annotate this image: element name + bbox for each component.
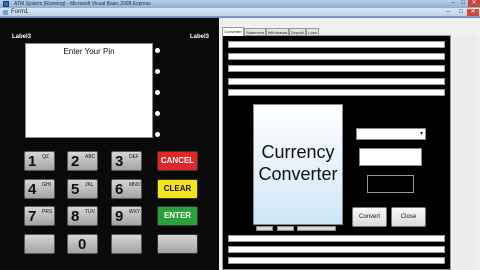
key-6[interactable]: 6 MNO (111, 179, 142, 199)
key-5[interactable]: 5 JKL (67, 179, 98, 199)
key-number: 8 (71, 208, 80, 225)
key-blank-right[interactable] (111, 234, 142, 254)
key-4[interactable]: 4 GHI (24, 179, 55, 199)
banner-line-1: Currency (261, 142, 335, 162)
form-icon (3, 10, 8, 15)
window-title: ATM System (Running) - Microsoft Visual … (14, 1, 151, 7)
key-1[interactable]: 1 QZ (24, 151, 55, 171)
display-bar-top-2 (228, 53, 445, 60)
screen-side-button-1[interactable] (155, 48, 160, 53)
form-titlebar: Form1 – □ ✕ (0, 8, 480, 17)
key-letters: ABC (85, 154, 96, 160)
tab-panel: Converter Statement Withdrawal Deposit L… (219, 18, 480, 270)
display-bar-top-5 (228, 89, 445, 96)
key-letters: QZ (42, 154, 49, 160)
display-bar-top-1 (228, 41, 445, 48)
key-number: 1 (28, 153, 37, 170)
small-button-1[interactable] (256, 226, 273, 231)
screen-side-button-4[interactable] (155, 111, 160, 116)
display-bar-bottom-1 (228, 235, 445, 242)
atm-panel: Label3 Label3 Enter Your Pin 1 QZ 2 ABC 3D… (0, 18, 219, 270)
display-bar-bottom-2 (228, 246, 445, 253)
key-letters: PRS (42, 209, 53, 215)
display-bar-top-3 (228, 65, 445, 72)
small-button-2[interactable] (277, 226, 294, 231)
side-strip (455, 35, 477, 270)
key-letters: TUV (85, 209, 95, 215)
minimize-button[interactable]: – (448, 0, 458, 7)
clear-button[interactable]: CLEAR (157, 179, 198, 199)
form-maximize-button[interactable]: □ (455, 9, 467, 16)
form-title: Form1 (11, 9, 29, 15)
key-number: 6 (115, 181, 124, 198)
key-8[interactable]: 8 TUV (67, 206, 98, 226)
screen-side-button-3[interactable] (155, 90, 160, 95)
small-button-3[interactable] (297, 226, 336, 231)
close-window-button[interactable]: ✕ (468, 0, 480, 7)
amount-input[interactable] (359, 148, 422, 166)
key-3[interactable]: 3 DEF (111, 151, 142, 171)
screen-side-button-2[interactable] (155, 69, 160, 74)
atm-screen: Enter Your Pin (25, 43, 153, 138)
tab-converter[interactable]: Converter (222, 27, 244, 36)
label3-left: Label3 (12, 34, 32, 40)
key-blank-left[interactable] (24, 234, 55, 254)
key-letters: MNO (129, 182, 141, 188)
banner-line-2: Converter (258, 164, 338, 184)
app-icon (3, 1, 9, 7)
display-bar-bottom-3 (228, 257, 445, 264)
display-bar-top-4 (228, 78, 445, 85)
key-letters: WXY (129, 209, 141, 215)
key-number: 4 (28, 181, 37, 198)
key-number: 3 (115, 153, 124, 170)
key-letters: JKL (85, 182, 94, 188)
label3-right: Label3 (190, 34, 210, 40)
key-number: 9 (115, 208, 124, 225)
close-button[interactable]: Close (391, 207, 426, 227)
key-letters: GHI (42, 182, 51, 188)
converter-tab-body: Currency Converter ▾ Convert Close (222, 35, 451, 270)
form-minimize-button[interactable]: – (442, 9, 454, 16)
window-titlebar: ATM System (Running) - Microsoft Visual … (0, 0, 480, 8)
key-number: 0 (78, 236, 87, 253)
key-9[interactable]: 9 WXY (111, 206, 142, 226)
key-number: 7 (28, 208, 37, 225)
convert-button[interactable]: Convert (352, 207, 387, 227)
enter-button[interactable]: ENTER (157, 206, 198, 226)
key-letters: DEF (129, 154, 139, 160)
screen-side-button-5[interactable] (155, 132, 160, 137)
cancel-button[interactable]: CANCEL (157, 151, 198, 171)
maximize-button[interactable]: □ (458, 0, 468, 7)
enter-pin-prompt: Enter Your Pin (63, 47, 115, 56)
key-7[interactable]: 7 PRS (24, 206, 55, 226)
key-0[interactable]: 0 (67, 234, 98, 254)
result-display (367, 175, 414, 193)
key-number: 2 (71, 153, 80, 170)
key-2[interactable]: 2 ABC (67, 151, 98, 171)
chevron-down-icon: ▾ (419, 131, 423, 137)
form-close-button[interactable]: ✕ (467, 9, 479, 16)
blank-function-button[interactable] (157, 234, 198, 254)
currency-converter-banner: Currency Converter (253, 104, 343, 225)
key-number: 5 (71, 181, 80, 198)
currency-dropdown[interactable]: ▾ (356, 128, 426, 140)
